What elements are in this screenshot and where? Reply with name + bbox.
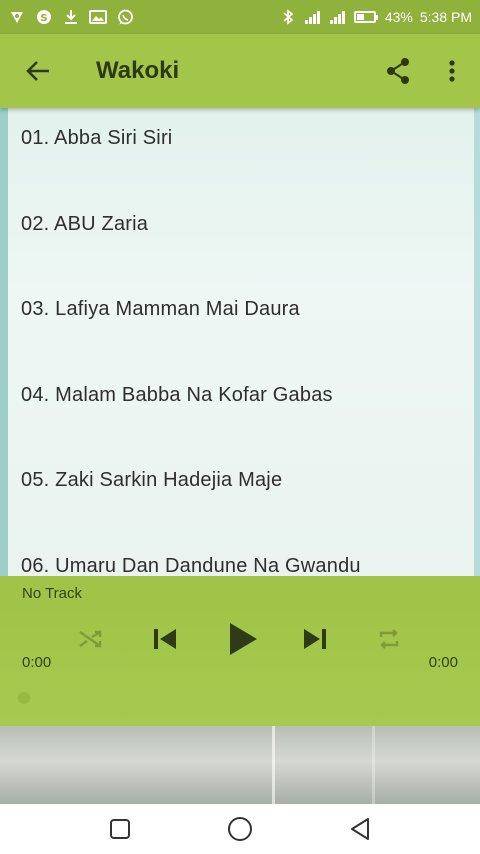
elapsed-time: 0:00 — [22, 654, 52, 671]
bluetooth-icon — [279, 8, 297, 26]
image-icon — [89, 8, 107, 26]
track-item[interactable]: 03. Lafiya Mamman Mai Daura — [8, 279, 474, 365]
track-item[interactable]: 06. Umaru Dan Dandune Na Gwandu — [8, 536, 474, 577]
data-saver-icon: S — [35, 8, 53, 26]
player-panel: No Track 0:00 0:00 — [0, 576, 480, 726]
image-stripe — [372, 726, 375, 804]
player-controls — [0, 614, 480, 664]
home-icon[interactable] — [220, 809, 260, 849]
image-stripe — [272, 726, 275, 804]
page-title: Wakoki — [96, 57, 180, 84]
track-item[interactable]: 05. Zaki Sarkin Hadejia Maje — [8, 450, 474, 536]
vpn-icon — [8, 8, 26, 26]
battery-percent: 43% — [384, 9, 413, 25]
back-icon[interactable] — [340, 809, 380, 849]
whatsapp-icon — [116, 8, 134, 26]
track-item[interactable]: 04. Malam Babba Na Kofar Gabas — [8, 365, 474, 451]
total-time: 0:00 — [428, 654, 458, 671]
navigation-bar — [0, 804, 480, 854]
download-icon — [62, 8, 80, 26]
seek-bar-thumb[interactable] — [18, 692, 30, 704]
track-list-panel: 01. Abba Siri Siri 02. ABU Zaria 03. Laf… — [0, 108, 480, 576]
battery-icon — [353, 11, 378, 23]
skip-previous-icon[interactable] — [140, 614, 190, 664]
track-list[interactable]: 01. Abba Siri Siri 02. ABU Zaria 03. Laf… — [8, 108, 474, 576]
more-vert-icon[interactable] — [436, 55, 468, 87]
clock: 5:38 PM — [419, 9, 472, 25]
svg-text:S: S — [40, 13, 47, 24]
track-item[interactable]: 01. Abba Siri Siri — [8, 108, 474, 194]
signal-icon — [329, 8, 347, 26]
panel-right-edge — [474, 108, 480, 576]
background-image — [0, 726, 480, 804]
play-icon[interactable] — [218, 614, 268, 664]
shuffle-icon[interactable] — [66, 614, 116, 664]
status-bar: S 43% 5:38 PM — [0, 0, 480, 34]
recents-icon[interactable] — [100, 809, 140, 849]
skip-next-icon[interactable] — [290, 614, 340, 664]
now-playing-label: No Track — [22, 585, 83, 602]
panel-left-edge — [0, 108, 8, 576]
repeat-icon[interactable] — [364, 614, 414, 664]
signal-icon — [304, 8, 322, 26]
back-arrow-icon[interactable] — [22, 55, 54, 87]
track-item[interactable]: 02. ABU Zaria — [8, 194, 474, 280]
app-bar: Wakoki — [0, 34, 480, 108]
share-icon[interactable] — [382, 55, 414, 87]
